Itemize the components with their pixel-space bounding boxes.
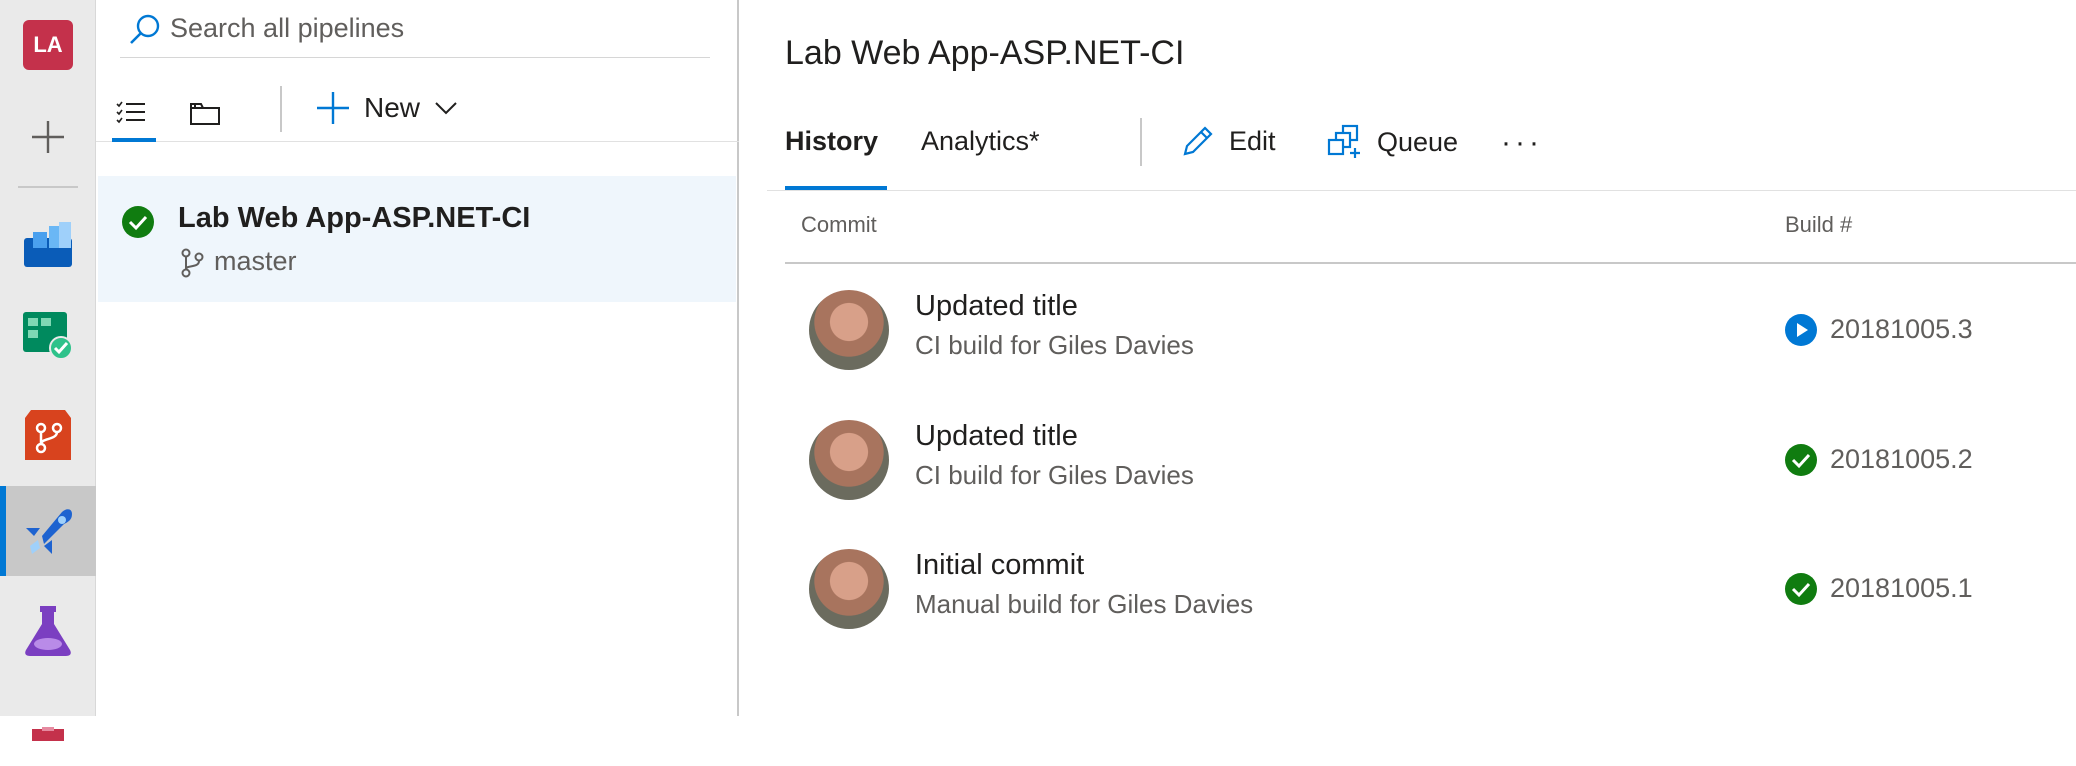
success-status-icon	[122, 206, 154, 243]
queue-icon	[1327, 124, 1360, 158]
folder-icon	[190, 103, 220, 125]
search-input[interactable]: Search all pipelines	[120, 0, 710, 58]
table-row[interactable]: Updated title CI build for Giles Davies …	[785, 396, 2076, 524]
list-view-indicator	[112, 138, 156, 142]
commit-title: Updated title	[915, 420, 1078, 452]
tabs-divider	[767, 190, 2076, 191]
edit-button[interactable]: Edit	[1181, 124, 1276, 158]
rail-item-pipelines[interactable]	[0, 486, 96, 576]
pipeline-name: Lab Web App-ASP.NET-CI	[178, 202, 531, 234]
repos-icon	[25, 410, 71, 460]
avatar	[809, 549, 889, 629]
search-placeholder: Search all pipelines	[170, 13, 405, 43]
tab-analytics[interactable]: Analytics*	[921, 126, 1040, 157]
rail-divider	[18, 186, 78, 188]
org-avatar: LA	[23, 20, 73, 70]
pipelines-icon	[26, 509, 72, 554]
pipeline-branch: master	[214, 246, 297, 276]
column-header-build[interactable]: Build #	[1785, 212, 1852, 238]
column-header-commit[interactable]: Commit	[801, 212, 877, 238]
success-status-icon	[1785, 444, 1817, 481]
panel-toolbar: New	[96, 72, 739, 142]
commit-title: Updated title	[915, 290, 1078, 322]
flask-icon	[25, 606, 71, 656]
list-view-button[interactable]	[110, 92, 152, 134]
build-reason: Manual build for Giles Davies	[915, 589, 1254, 619]
table-row[interactable]: Updated title CI build for Giles Davies …	[785, 266, 2076, 394]
rail-item-artifacts[interactable]	[0, 676, 96, 766]
plus-icon	[32, 121, 64, 153]
toolbar-divider	[280, 86, 282, 132]
build-number[interactable]: 20181005.2	[1830, 444, 1973, 475]
artifacts-icon	[32, 727, 64, 741]
folder-view-button[interactable]	[184, 92, 226, 134]
rail-item-test-plans[interactable]	[0, 586, 96, 676]
tab-bar: History Analytics* Edit Queue ···	[785, 118, 2076, 190]
queue-button-label: Queue	[1377, 126, 1459, 157]
org-avatar-button[interactable]: LA	[0, 0, 96, 90]
chevron-down-icon	[435, 102, 457, 115]
pipeline-list-item[interactable]: Lab Web App-ASP.NET-CI master	[98, 176, 736, 302]
page-title: Lab Web App-ASP.NET-CI	[785, 34, 1185, 72]
build-reason: CI build for Giles Davies	[915, 330, 1194, 360]
edit-button-label: Edit	[1229, 125, 1276, 156]
table-header: Commit Build #	[785, 200, 2076, 264]
rail-item-repos[interactable]	[0, 390, 96, 480]
success-status-icon	[1785, 573, 1817, 610]
avatar	[809, 420, 889, 500]
add-button[interactable]	[0, 92, 96, 182]
rail-item-boards[interactable]	[0, 290, 96, 380]
more-actions-button[interactable]: ···	[1501, 126, 1543, 160]
search-icon	[120, 12, 170, 46]
pipelines-panel: Search all pipelines New Lab Web App-ASP…	[96, 0, 739, 716]
branch-icon	[180, 248, 204, 283]
list-icon	[116, 101, 145, 124]
overview-icon	[24, 222, 72, 267]
plus-icon	[317, 92, 349, 124]
queue-button[interactable]: Queue	[1327, 124, 1458, 160]
running-status-icon	[1785, 314, 1817, 351]
tab-history[interactable]: History	[785, 126, 878, 157]
new-button[interactable]: New	[316, 88, 458, 128]
pipeline-detail: Lab Web App-ASP.NET-CI History Analytics…	[741, 0, 2076, 716]
boards-icon	[23, 312, 73, 360]
new-button-label: New	[364, 92, 421, 123]
avatar	[809, 290, 889, 370]
build-number[interactable]: 20181005.1	[1830, 573, 1973, 604]
build-number[interactable]: 20181005.3	[1830, 314, 1973, 345]
tab-divider	[1140, 118, 1142, 166]
rail-item-overview[interactable]	[0, 200, 96, 290]
pencil-icon	[1183, 126, 1213, 156]
commit-title: Initial commit	[915, 549, 1085, 581]
table-row[interactable]: Initial commit Manual build for Giles Da…	[785, 525, 2076, 653]
build-reason: CI build for Giles Davies	[915, 460, 1194, 490]
app-rail: LA	[0, 0, 96, 741]
